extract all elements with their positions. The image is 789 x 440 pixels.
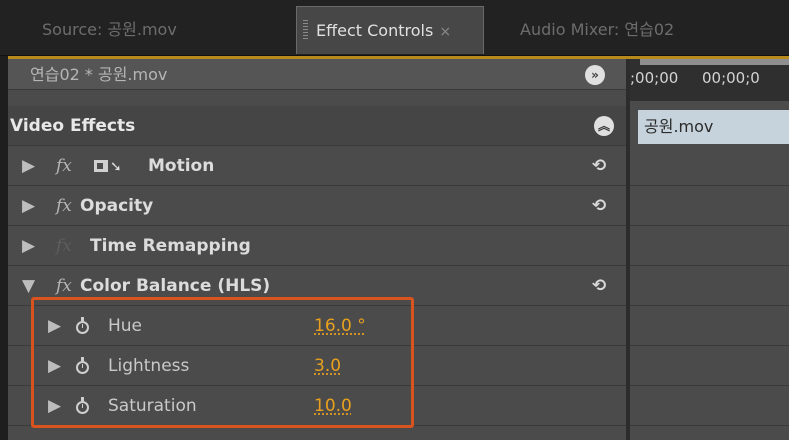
effect-label-opacity: Opacity <box>80 196 154 216</box>
video-effects-header: Video Effects ︽ <box>8 106 626 146</box>
timeline-row-line <box>630 225 789 226</box>
timeline-row-line <box>630 305 789 306</box>
clip-name: 연습02 * 공원.mov <box>30 65 168 84</box>
effect-label-motion: Motion <box>148 156 215 176</box>
video-effects-label: Video Effects <box>10 116 136 136</box>
expand-triangle-icon[interactable]: ▶ <box>22 226 35 266</box>
clip-name-row: 연습02 * 공원.mov » <box>8 59 626 90</box>
tab-effect-controls[interactable]: Effect Controls × <box>296 6 484 54</box>
highlight-box <box>31 297 414 428</box>
effect-row-time-remapping[interactable]: ▶ fx Time Remapping <box>8 226 626 266</box>
tab-audio-mixer-label: Audio Mixer: 연습02 <box>520 20 675 39</box>
chevron-right-double-icon[interactable]: » <box>585 65 605 85</box>
timeline-row-line <box>630 265 789 266</box>
chevron-up-double-icon[interactable]: ︽ <box>594 116 614 136</box>
timeline-ruler[interactable]: ;00;00 00;00;0 <box>630 59 789 101</box>
fx-toggle-icon: fx <box>56 236 72 256</box>
timeline-row-line <box>630 345 789 346</box>
panel-grip-icon[interactable] <box>303 20 308 40</box>
tab-source-label: Source: 공원.mov <box>42 20 177 39</box>
motion-icon[interactable]: ➘ <box>94 146 122 187</box>
expand-triangle-icon[interactable]: ▶ <box>22 146 35 186</box>
effect-row-opacity[interactable]: ▶ fx Opacity ⟲ <box>8 186 626 226</box>
tab-effect-controls-label: Effect Controls <box>316 21 434 40</box>
reset-icon[interactable]: ⟲ <box>592 186 606 226</box>
reset-icon[interactable]: ⟲ <box>592 146 606 186</box>
work-area-bar[interactable] <box>640 59 789 65</box>
timeline-row-line <box>630 425 789 426</box>
effect-label-time-remapping: Time Remapping <box>90 236 251 256</box>
timecode-start: ;00;00 <box>630 69 679 87</box>
fx-toggle-icon[interactable]: fx <box>56 186 72 226</box>
effect-row-motion[interactable]: ▶ fx ➘ Motion ⟲ <box>8 146 626 186</box>
reset-icon[interactable]: ⟲ <box>592 266 606 306</box>
fx-toggle-icon[interactable]: fx <box>56 146 72 186</box>
timeline-row-line <box>630 185 789 186</box>
close-icon[interactable]: × <box>439 24 451 40</box>
timeline-clip[interactable]: 공원.mov <box>638 110 789 144</box>
timeline-row-line <box>630 385 789 386</box>
timecode-next: 00;00;0 <box>702 69 760 87</box>
timeline-clip-label: 공원.mov <box>644 117 714 136</box>
tab-audio-mixer[interactable]: Audio Mixer: 연습02 <box>520 6 740 54</box>
expand-triangle-icon[interactable]: ▶ <box>22 186 35 226</box>
tab-source[interactable]: Source: 공원.mov <box>42 6 272 54</box>
